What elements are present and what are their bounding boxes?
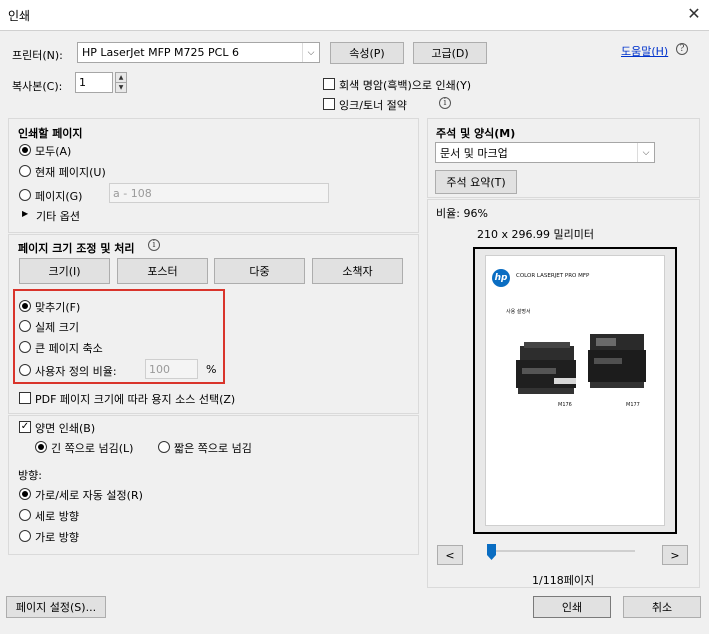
tab-size[interactable]: 크기(I)	[19, 258, 110, 284]
page-slider-track[interactable]	[490, 550, 635, 552]
radio-short-edge[interactable]	[158, 441, 170, 453]
radio-custom-scale-label: 사용자 정의 비율:	[35, 365, 117, 378]
radio-current-page[interactable]	[19, 165, 31, 177]
radio-actual-size-label: 실제 크기	[35, 321, 79, 334]
duplex-checkbox[interactable]: ✓	[19, 421, 31, 433]
next-page-button[interactable]: >	[662, 545, 688, 565]
pdf-source-checkbox[interactable]	[19, 392, 31, 404]
radio-long-edge[interactable]	[35, 441, 47, 453]
summarize-comments-button[interactable]: 주석 요약(T)	[435, 170, 517, 194]
preview-page: hp COLOR LASERJET PRO MFP 사용 설명서 M176 M1…	[485, 255, 665, 526]
properties-button[interactable]: 속성(P)	[330, 42, 404, 64]
radio-fit[interactable]	[19, 300, 31, 312]
hp-logo: hp	[492, 269, 510, 287]
radio-landscape-label: 가로 방향	[35, 531, 79, 544]
page-setup-button[interactable]: 페이지 설정(S)...	[6, 596, 106, 618]
triangle-right-icon[interactable]: ▶	[22, 209, 28, 218]
radio-actual-size[interactable]	[19, 320, 31, 332]
radio-fit-label: 맞추기(F)	[35, 301, 81, 314]
tab-booklet[interactable]: 소책자	[312, 258, 403, 284]
close-icon[interactable]: ✕	[684, 4, 704, 24]
radio-portrait[interactable]	[19, 509, 31, 521]
page-slider-thumb[interactable]	[486, 543, 497, 561]
radio-custom-scale[interactable]	[19, 364, 31, 376]
ink-save-checkbox[interactable]	[323, 98, 335, 110]
orientation-title: 방향:	[18, 469, 42, 482]
spin-down-icon[interactable]: ▼	[115, 82, 127, 93]
radio-long-edge-label: 긴 쪽으로 넘김(L)	[51, 442, 134, 455]
page-indicator: 1/118페이지	[532, 574, 595, 587]
radio-all[interactable]	[19, 144, 31, 156]
page-subtitle-text: 사용 설명서	[506, 309, 531, 315]
radio-portrait-label: 세로 방향	[35, 510, 79, 523]
model-label-right: M177	[626, 402, 640, 408]
percent-label: %	[206, 363, 217, 376]
radio-all-label: 모두(A)	[35, 145, 72, 158]
prev-page-button[interactable]: <	[437, 545, 463, 565]
printer-image-left	[516, 342, 576, 394]
radio-shrink[interactable]	[19, 341, 31, 353]
preview-frame: hp COLOR LASERJET PRO MFP 사용 설명서 M176 M1…	[473, 247, 677, 534]
custom-scale-input[interactable]: 100	[145, 359, 198, 379]
help-link[interactable]: 도움말(H)	[621, 43, 668, 59]
radio-short-edge-label: 짧은 쪽으로 넘김	[174, 442, 252, 455]
ink-save-label: 잉크/토너 절약	[339, 99, 407, 112]
radio-auto-orientation[interactable]	[19, 488, 31, 500]
radio-shrink-label: 큰 페이지 축소	[35, 342, 103, 355]
help-icon[interactable]: ?	[676, 43, 688, 55]
radio-landscape[interactable]	[19, 530, 31, 542]
info-icon[interactable]: i	[148, 239, 160, 251]
printer-label: 프린터(N):	[12, 49, 63, 62]
pdf-source-label: PDF 페이지 크기에 따라 용지 소스 선택(Z)	[35, 393, 236, 406]
grayscale-label: 회색 명암(흑백)으로 인쇄(Y)	[339, 79, 472, 92]
more-options-label[interactable]: 기타 옵션	[36, 208, 80, 224]
pages-to-print-title: 인쇄할 페이지	[18, 127, 83, 140]
window-title: 인쇄	[8, 9, 31, 23]
annotations-select[interactable]: 문서 및 마크업 ⌵	[435, 142, 655, 163]
info-icon[interactable]: i	[439, 97, 451, 109]
grayscale-checkbox[interactable]	[323, 78, 335, 90]
printer-select[interactable]: HP LaserJet MFP M725 PCL 6 ⌵	[77, 42, 320, 63]
pages-range-input[interactable]: a - 108	[109, 183, 329, 203]
radio-current-page-label: 현재 페이지(U)	[35, 166, 106, 179]
model-label-left: M176	[558, 402, 572, 408]
chevron-down-icon: ⌵	[302, 43, 319, 62]
chevron-down-icon: ⌵	[637, 143, 654, 162]
radio-auto-orientation-label: 가로/세로 자동 설정(R)	[35, 489, 143, 502]
copies-input[interactable]: 1	[75, 72, 113, 93]
preview-scale: 비율: 96%	[436, 207, 488, 220]
printer-image-right	[588, 334, 646, 388]
preview-dimensions: 210 x 296.99 밀리미터	[477, 228, 594, 241]
advanced-button[interactable]: 고급(D)	[413, 42, 487, 64]
cancel-button[interactable]: 취소	[623, 596, 701, 618]
radio-pages-label: 페이지(G)	[35, 190, 83, 203]
radio-pages[interactable]	[19, 189, 31, 201]
tab-multiple[interactable]: 다중	[214, 258, 305, 284]
title-divider	[0, 30, 709, 31]
annotations-title: 주석 및 양식(M)	[436, 127, 516, 140]
print-button[interactable]: 인쇄	[533, 596, 611, 618]
duplex-label: 양면 인쇄(B)	[35, 422, 96, 435]
copies-label: 복사본(C):	[12, 80, 63, 93]
printer-select-value: HP LaserJet MFP M725 PCL 6	[82, 46, 239, 59]
annotations-select-value: 문서 및 마크업	[440, 146, 508, 160]
page-header-text: COLOR LASERJET PRO MFP	[516, 273, 590, 279]
page-sizing-title: 페이지 크기 조정 및 처리	[18, 242, 135, 255]
title-bar	[0, 0, 709, 30]
tab-poster[interactable]: 포스터	[117, 258, 208, 284]
